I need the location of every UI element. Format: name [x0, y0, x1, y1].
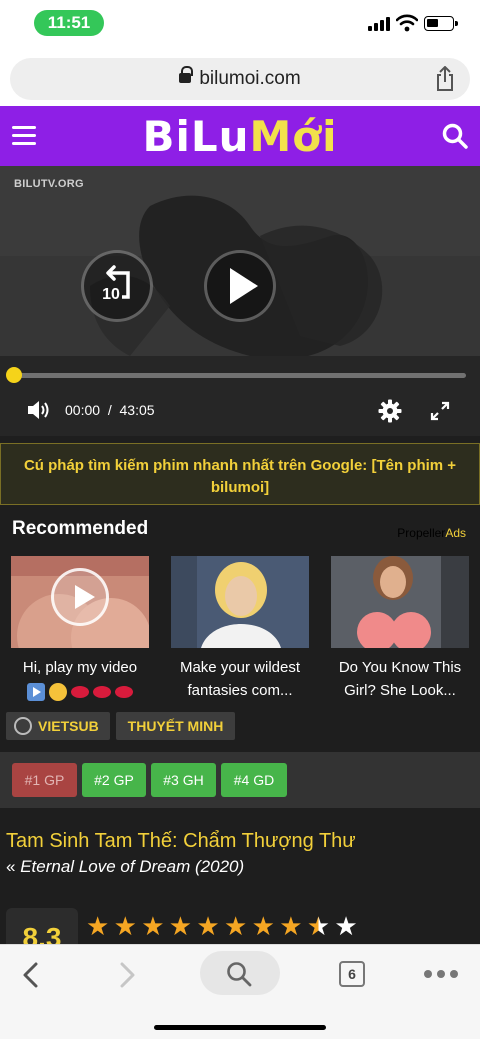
rating-star-icon[interactable]: ★	[141, 913, 164, 941]
cellular-signal-icon	[368, 17, 390, 31]
rating-star-icon[interactable]: ★	[169, 913, 192, 941]
play-icon	[51, 568, 109, 626]
recommended-thumbnail	[11, 556, 149, 648]
rewind-10-button[interactable]: 10	[81, 250, 153, 322]
rating-star-icon[interactable]: ★	[114, 913, 137, 941]
emoji-row	[27, 683, 133, 702]
site-logo[interactable]: BiLuMới	[0, 112, 480, 161]
current-time: 00:00	[65, 402, 101, 418]
rewind-seconds-label: 10	[102, 286, 120, 303]
server-button-1[interactable]: #1 GP	[12, 763, 77, 797]
lips-emoji-icon	[115, 686, 133, 699]
play-icon	[230, 268, 258, 304]
status-bar: 11:51	[0, 0, 480, 48]
server-button-4[interactable]: #4 GD	[221, 763, 287, 797]
time-separator: /	[107, 402, 112, 418]
thuyet-minh-button[interactable]: THUYẾT MINH	[116, 712, 235, 740]
server-button-2[interactable]: #2 GP	[82, 763, 146, 797]
video-duration: 43:05	[119, 402, 155, 418]
gear-icon[interactable]	[378, 399, 402, 423]
fullscreen-icon[interactable]	[430, 401, 450, 421]
ads-provider-label[interactable]: PropellerAds	[397, 526, 466, 540]
video-watermark: BILUTV.ORG	[14, 178, 84, 190]
server-selector: #1 GP #2 GP #3 GH #4 GD	[0, 752, 480, 808]
search-icon[interactable]	[442, 123, 468, 149]
movie-original-title: « Eternal Love of Dream (2020)	[6, 857, 245, 876]
recommended-thumbnail	[171, 556, 309, 648]
home-indicator	[154, 1025, 326, 1030]
lips-emoji-icon	[71, 686, 89, 699]
wifi-icon	[396, 14, 418, 32]
recommended-title: Do You Know This Girl? She Look...	[338, 659, 462, 699]
recommended-title: Hi, play my video	[22, 659, 138, 676]
play-emoji-icon	[27, 683, 45, 702]
smile-emoji-icon	[49, 683, 67, 702]
recommended-card[interactable]: Make your wildest fantasies com...	[171, 556, 309, 702]
video-progress-knob[interactable]	[6, 367, 22, 383]
battery-icon	[424, 16, 458, 31]
vietsub-icon	[14, 717, 32, 735]
forward-arrow-icon[interactable]	[116, 961, 138, 989]
tabs-button[interactable]: 6	[339, 961, 365, 987]
address-bar[interactable]: bilumoi.com	[10, 58, 470, 100]
rating-star-icon[interactable]: ★	[224, 913, 247, 941]
rating-star-icon[interactable]: ★	[334, 913, 357, 941]
share-icon[interactable]	[434, 66, 456, 92]
rewind-icon: 10	[102, 265, 130, 303]
recommended-card[interactable]: Do You Know This Girl? She Look...	[331, 556, 469, 702]
browser-search-button[interactable]	[200, 951, 280, 995]
search-syntax-notice: Cú pháp tìm kiếm phim nhanh nhất trên Go…	[0, 443, 480, 505]
movie-title: Tam Sinh Tam Thế: Chẩm Thượng Thư	[6, 830, 356, 852]
server-button-3[interactable]: #3 GH	[151, 763, 216, 797]
rating-star-icon[interactable]: ★	[279, 913, 302, 941]
lips-emoji-icon	[93, 686, 111, 699]
rating-star-icon[interactable]: ★	[252, 913, 275, 941]
vietsub-button[interactable]: VIETSUB	[6, 712, 110, 740]
url-text: bilumoi.com	[199, 68, 301, 89]
status-time: 11:51	[34, 10, 104, 36]
browser-address-area: bilumoi.com	[0, 48, 480, 106]
recommended-thumbnail	[331, 556, 469, 648]
rating-star-icon[interactable]: ★	[196, 913, 219, 941]
browser-toolbar: 6	[0, 944, 480, 1039]
recommended-title: Make your wildest fantasies com...	[179, 659, 301, 699]
site-header: BiLuMới	[0, 106, 480, 166]
recommended-card[interactable]: Hi, play my video	[11, 556, 149, 702]
rating-star-icon[interactable]: ★	[86, 913, 109, 941]
video-time-readout: 00:00 / 43:05	[65, 402, 155, 418]
video-progress-track[interactable]	[14, 373, 466, 378]
back-arrow-icon[interactable]	[20, 961, 42, 989]
search-icon	[227, 962, 252, 987]
vietsub-label: VIETSUB	[38, 718, 99, 734]
play-button[interactable]	[204, 250, 276, 322]
recommended-heading: Recommended	[12, 518, 149, 539]
more-options-icon[interactable]	[424, 970, 458, 978]
volume-icon[interactable]	[26, 399, 52, 421]
video-player[interactable]: BILUTV.ORG 10 00:00 / 43:05	[0, 166, 480, 436]
rating-star-icon[interactable]: ★	[307, 913, 330, 941]
lock-icon	[179, 66, 194, 85]
rating-score-box: 8.3	[6, 908, 78, 948]
